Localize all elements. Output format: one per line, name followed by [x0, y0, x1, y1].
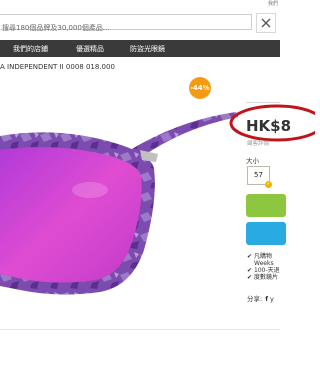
feature-item: ✔ 100-天退	[247, 267, 280, 274]
twitter-icon[interactable]: y	[270, 295, 274, 303]
feature-item: Weeks	[254, 260, 274, 267]
check-icon: ✓	[265, 181, 272, 188]
secondary-action-button[interactable]	[246, 222, 286, 245]
check-icon: ✔	[247, 274, 253, 281]
size-label: 大小	[246, 157, 259, 165]
top-account-link[interactable]: 我們	[268, 0, 278, 7]
close-button[interactable]	[256, 13, 276, 33]
section-divider	[0, 329, 280, 330]
discount-badge: -44%	[189, 77, 211, 99]
share-label: 分享:	[247, 295, 263, 303]
nav-item-featured[interactable]: 優選精品	[76, 44, 104, 54]
annotation-circle	[229, 104, 315, 142]
check-icon: ✔	[247, 253, 253, 260]
feature-list: ✔ 凡購物 Weeks ✔ 100-天退 ✔ 度數鏡片	[247, 253, 280, 281]
product-id-line: A INDEPENDENT II 0008 018.000	[0, 63, 115, 71]
reviews-link[interactable]: 顧客評價	[247, 139, 269, 147]
share-row: 分享: f y	[247, 293, 274, 303]
nav-item-anti-blue-light[interactable]: 防盜光眼鏡	[130, 44, 165, 54]
product-image	[0, 112, 238, 295]
facebook-icon[interactable]: f	[265, 295, 268, 303]
main-nav: 我們的店鋪 優選精品 防盜光眼鏡	[0, 40, 280, 57]
search-input[interactable]	[0, 21, 251, 35]
close-icon	[261, 18, 271, 28]
feature-item: ✔ 度數鏡片	[247, 274, 279, 281]
add-to-cart-button[interactable]	[246, 194, 286, 217]
feature-item: ✔ 凡購物	[247, 253, 273, 260]
check-icon: ✔	[247, 267, 253, 274]
search-bar[interactable]	[0, 14, 252, 35]
nav-item-stores[interactable]: 我們的店鋪	[13, 44, 48, 54]
